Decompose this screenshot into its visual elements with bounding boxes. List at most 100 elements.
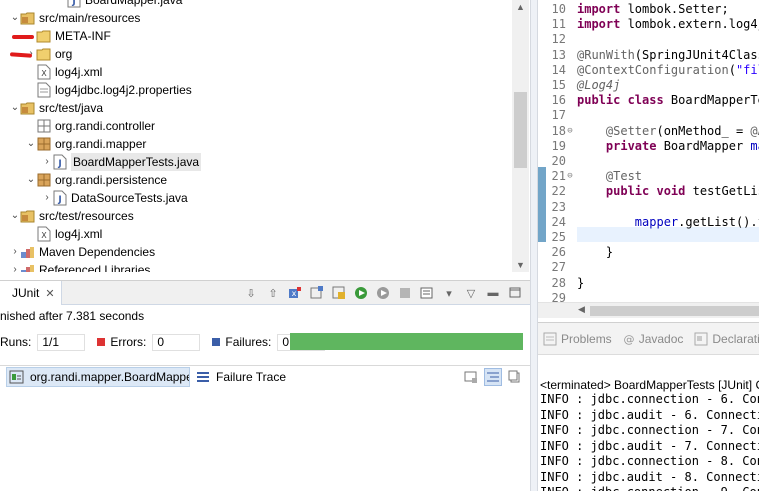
tree-item[interactable]: Xlog4j.xml [26,225,102,243]
minimize-icon[interactable]: ▬ [484,284,502,302]
chevron-right-icon[interactable]: › [10,261,20,272]
close-icon[interactable]: ✕ [45,287,54,300]
code-line[interactable]: 20 [538,154,759,169]
test-suite-node[interactable]: org.randi.mapper.BoardMapperTests [6,367,190,387]
tab-problems[interactable]: Problems [543,332,612,346]
tree-item[interactable]: › Referenced Libraries [10,261,150,272]
svg-text:@: @ [623,333,634,345]
tree-item[interactable]: ⌄ src/test/java [10,99,103,117]
pane-sash[interactable] [530,0,538,491]
tab-junit[interactable]: JUnit ✕ [0,281,62,305]
javadoc-icon: @ [623,333,635,345]
line-number: 19 [551,138,566,153]
tree-item[interactable]: ⌄ org.randi.persistence [26,171,167,189]
chevron-down-icon[interactable]: ⌄ [10,207,20,225]
code-line[interactable]: 21 ⊖ @Test [538,169,759,184]
code-line[interactable]: 15 @Log4j [538,78,759,93]
copy-trace-icon[interactable] [506,368,524,386]
chevron-down-icon[interactable]: ⌄ [26,171,36,189]
tree-item[interactable]: J BoardMapper.java [56,0,182,9]
rerun-failed-first-icon[interactable] [374,284,392,302]
rerun-test-icon[interactable] [352,284,370,302]
code-line[interactable]: 17 [538,108,759,123]
tree-item[interactable]: META-INF [26,27,111,45]
stop-icon[interactable] [396,284,414,302]
previous-failure-icon[interactable]: ⇧ [264,284,282,302]
console-log-line: INFO : jdbc.connection - 8. Connection o… [540,454,759,468]
tree-item[interactable]: ⌄ org.randi.mapper [26,135,147,153]
scroll-up-icon[interactable]: ▲ [512,0,529,14]
chevron-down-icon[interactable]: ⌄ [10,9,20,27]
svg-text:J: J [57,159,61,169]
line-number: 27 [551,260,566,275]
test-run-history-icon[interactable] [418,284,436,302]
tab-declaration[interactable]: Declaration [694,332,759,346]
junit-counters: Runs: 1/1 Errors: 0 Failures: 0 [0,333,337,351]
junit-finished-text: nished after 7.381 seconds [0,309,145,323]
line-number: 18 [551,123,566,138]
code-line[interactable]: 10 import lombok.Setter; [538,2,759,17]
compare-results-icon[interactable] [462,368,480,386]
code-line[interactable]: 19 private BoardMapper mapper; [538,139,759,154]
maximize-icon[interactable] [506,284,524,302]
editor-horizontal-scrollbar[interactable]: ◀ [538,302,759,318]
console-log-line: INFO : jdbc.connection - 9. Connection o… [540,485,759,491]
scroll-lock-icon[interactable] [330,284,348,302]
code-line[interactable]: 12 [538,32,759,47]
folder-icon [36,28,52,44]
code-line[interactable]: 23 [538,200,759,215]
tree-item[interactable]: › J DataSourceTests.java [42,189,188,207]
view-menu-icon[interactable]: ▽ [462,284,480,302]
line-number: 20 [551,154,566,168]
explorer-scroll-thumb[interactable] [514,92,527,168]
code-line[interactable]: 13 @RunWith(SpringJUnit4ClassRunner.class… [538,48,759,63]
next-failure-icon[interactable]: ⇩ [242,284,260,302]
code-line[interactable]: 16 public class BoardMapperTests { [538,93,759,108]
scroll-down-icon[interactable]: ▼ [512,258,529,272]
tree-item[interactable]: log4jdbc.log4j2.properties [26,81,192,99]
code-line[interactable]: 28} [538,276,759,291]
editor-scroll-thumb[interactable] [590,306,759,316]
tree-item[interactable]: ›org [26,45,72,63]
console-log-line: INFO : jdbc.connection - 7. Connection o… [540,423,759,437]
tree-item-label: log4jdbc.log4j2.properties [55,83,192,97]
chevron-right-icon[interactable]: › [10,243,20,261]
code-line[interactable]: 14 @ContextConfiguration("file:src/main/w… [538,63,759,78]
tree-item[interactable]: ⌄ src/main/resources [10,9,141,27]
java-file-icon: J [52,190,68,206]
explorer-scrollbar[interactable]: ▲ ▼ [512,0,529,272]
show-failures-only-icon[interactable]: x [286,284,304,302]
code-line[interactable]: 27 [538,260,759,275]
code-line[interactable]: 22 public void testGetList() { [538,184,759,199]
code-editor[interactable]: 10 import lombok.Setter; 11 import lombok.e… [538,0,759,302]
tree-item-label: DataSourceTests.java [71,191,188,205]
code-line[interactable]: 18⊖ @Setter(onMethod_ = @Autowired) [538,124,759,139]
stack-trace-icon [196,371,210,383]
code-line[interactable]: 25 [538,230,759,245]
console-log-line: INFO : jdbc.audit - 6. Connection.new Co… [540,407,759,422]
code-line[interactable]: 26 } [538,245,759,260]
tree-item[interactable]: › Maven Dependencies [10,243,155,261]
tree-item[interactable]: org.randi.controller [26,117,155,135]
fold-toggle-icon[interactable]: ⊖ [565,169,575,184]
failure-trace-header: Failure Trace [196,367,286,387]
tree-item[interactable]: Xlog4j.xml [26,63,102,81]
chevron-down-icon[interactable]: ▾ [440,284,458,302]
fold-toggle-icon[interactable]: ⊖ [565,124,575,139]
show-skipped-icon[interactable] [308,284,326,302]
console-tab-label: Declaration [712,331,759,346]
tree-item[interactable]: ⌄ src/test/resources [10,207,134,225]
tree-item[interactable]: › J BoardMapperTests.java [42,153,202,171]
chevron-down-icon[interactable]: ⌄ [26,135,36,153]
chevron-down-icon[interactable]: ⌄ [10,99,20,117]
scroll-left-icon[interactable]: ◀ [578,304,585,315]
chevron-right-icon[interactable]: › [42,153,52,171]
code-line[interactable]: 24 mapper.getList().forEach(); [538,215,759,230]
filter-stack-trace-icon[interactable] [484,368,502,386]
code-line[interactable]: 29 [538,291,759,302]
code-line[interactable]: 11 import lombok.extern.log4j.Log4j; [538,17,759,32]
chevron-right-icon[interactable]: › [42,189,52,207]
tab-javadoc[interactable]: @ Javadoc [623,332,683,346]
